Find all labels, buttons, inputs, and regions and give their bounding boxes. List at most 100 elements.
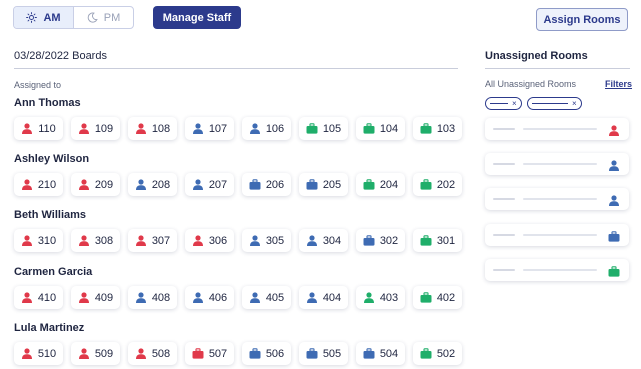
unassigned-room-card[interactable] bbox=[485, 153, 629, 175]
room-card[interactable]: 107 bbox=[185, 117, 234, 140]
room-number: 301 bbox=[436, 234, 456, 247]
person-icon bbox=[135, 123, 147, 134]
room-card[interactable]: 307 bbox=[128, 229, 177, 252]
pm-toggle-button[interactable]: PM bbox=[74, 7, 133, 28]
room-card[interactable]: 403 bbox=[356, 286, 405, 309]
room-card[interactable]: 108 bbox=[128, 117, 177, 140]
room-card[interactable]: 507 bbox=[185, 342, 234, 365]
room-number: 108 bbox=[151, 122, 171, 135]
room-card[interactable]: 209 bbox=[71, 173, 120, 196]
room-number: 302 bbox=[379, 234, 399, 247]
staff-name: Carmen Garcia bbox=[14, 266, 93, 278]
room-number: 402 bbox=[436, 291, 456, 304]
room-card[interactable]: 409 bbox=[71, 286, 120, 309]
unassigned-divider bbox=[485, 68, 630, 69]
briefcase-icon bbox=[306, 348, 318, 359]
room-number: 405 bbox=[265, 291, 285, 304]
briefcase-icon bbox=[420, 179, 432, 190]
person-icon bbox=[192, 292, 204, 303]
room-card[interactable]: 405 bbox=[242, 286, 291, 309]
filter-chip-placeholder bbox=[490, 103, 508, 104]
filter-chip[interactable]: × bbox=[485, 97, 522, 110]
filter-chip[interactable]: × bbox=[527, 97, 582, 110]
am-label: AM bbox=[43, 11, 61, 24]
room-card[interactable]: 106 bbox=[242, 117, 291, 140]
room-number: 409 bbox=[94, 291, 114, 304]
room-card[interactable]: 207 bbox=[185, 173, 234, 196]
room-card[interactable]: 205 bbox=[299, 173, 348, 196]
briefcase-icon bbox=[249, 179, 261, 190]
room-card[interactable]: 408 bbox=[128, 286, 177, 309]
room-card[interactable]: 109 bbox=[71, 117, 120, 140]
assign-rooms-button[interactable]: Assign Rooms bbox=[536, 8, 628, 31]
unassigned-room-card[interactable] bbox=[485, 259, 629, 281]
room-card[interactable]: 502 bbox=[413, 342, 462, 365]
room-number: 502 bbox=[436, 347, 456, 360]
room-card[interactable]: 506 bbox=[242, 342, 291, 365]
briefcase-icon bbox=[363, 348, 375, 359]
room-card[interactable]: 310 bbox=[14, 229, 63, 252]
close-icon[interactable]: × bbox=[572, 99, 577, 108]
room-number: 507 bbox=[208, 347, 228, 360]
staff-row: Beth Williams 310 308 307 306 305 304 302 301 bbox=[14, 209, 462, 252]
am-pm-toggle: AM PM bbox=[13, 6, 134, 29]
room-card[interactable]: 104 bbox=[356, 117, 405, 140]
briefcase-icon bbox=[420, 123, 432, 134]
person-icon bbox=[21, 348, 33, 359]
filters-link[interactable]: Filters bbox=[605, 79, 632, 89]
person-icon bbox=[78, 348, 90, 359]
room-card[interactable]: 110 bbox=[14, 117, 63, 140]
room-card[interactable]: 509 bbox=[71, 342, 120, 365]
unassigned-room-card[interactable] bbox=[485, 224, 629, 246]
room-card[interactable]: 302 bbox=[356, 229, 405, 252]
room-card[interactable]: 204 bbox=[356, 173, 405, 196]
room-card[interactable]: 208 bbox=[128, 173, 177, 196]
person-icon bbox=[135, 235, 147, 246]
room-card[interactable]: 210 bbox=[14, 173, 63, 196]
room-card[interactable]: 202 bbox=[413, 173, 462, 196]
room-card[interactable]: 301 bbox=[413, 229, 462, 252]
briefcase-icon bbox=[608, 229, 620, 247]
manage-staff-button[interactable]: Manage Staff bbox=[153, 6, 241, 29]
room-card[interactable]: 103 bbox=[413, 117, 462, 140]
briefcase-icon bbox=[306, 123, 318, 134]
room-number: 104 bbox=[379, 122, 399, 135]
room-number: 207 bbox=[208, 178, 228, 191]
room-number: 103 bbox=[436, 122, 456, 135]
staff-row: Ann Thomas 110 109 108 107 106 105 104 103 bbox=[14, 97, 462, 140]
person-icon bbox=[306, 292, 318, 303]
person-icon bbox=[249, 292, 261, 303]
room-card[interactable]: 410 bbox=[14, 286, 63, 309]
room-placeholder-line bbox=[523, 198, 597, 200]
person-icon bbox=[249, 235, 261, 246]
room-card[interactable]: 105 bbox=[299, 117, 348, 140]
room-card[interactable]: 505 bbox=[299, 342, 348, 365]
room-card[interactable]: 402 bbox=[413, 286, 462, 309]
room-number: 306 bbox=[208, 234, 228, 247]
room-card[interactable]: 306 bbox=[185, 229, 234, 252]
unassigned-room-card[interactable] bbox=[485, 188, 629, 210]
room-card[interactable]: 308 bbox=[71, 229, 120, 252]
person-icon bbox=[135, 292, 147, 303]
room-card[interactable]: 404 bbox=[299, 286, 348, 309]
room-card[interactable]: 305 bbox=[242, 229, 291, 252]
room-card[interactable]: 510 bbox=[14, 342, 63, 365]
room-card[interactable]: 508 bbox=[128, 342, 177, 365]
room-number: 208 bbox=[151, 178, 171, 191]
person-icon bbox=[135, 179, 147, 190]
room-number: 508 bbox=[151, 347, 171, 360]
filter-chip-placeholder bbox=[532, 103, 568, 104]
briefcase-icon bbox=[420, 235, 432, 246]
room-card[interactable]: 304 bbox=[299, 229, 348, 252]
staff-row: Ashley Wilson 210 209 208 207 206 205 204 202 bbox=[14, 153, 462, 196]
unassigned-room-card[interactable] bbox=[485, 118, 629, 140]
room-number: 403 bbox=[379, 291, 399, 304]
room-placeholder-line bbox=[493, 198, 515, 200]
room-number: 202 bbox=[436, 178, 456, 191]
room-card[interactable]: 504 bbox=[356, 342, 405, 365]
room-card[interactable]: 406 bbox=[185, 286, 234, 309]
room-number: 504 bbox=[379, 347, 399, 360]
close-icon[interactable]: × bbox=[512, 99, 517, 108]
room-card[interactable]: 206 bbox=[242, 173, 291, 196]
am-toggle-button[interactable]: AM bbox=[14, 7, 74, 28]
